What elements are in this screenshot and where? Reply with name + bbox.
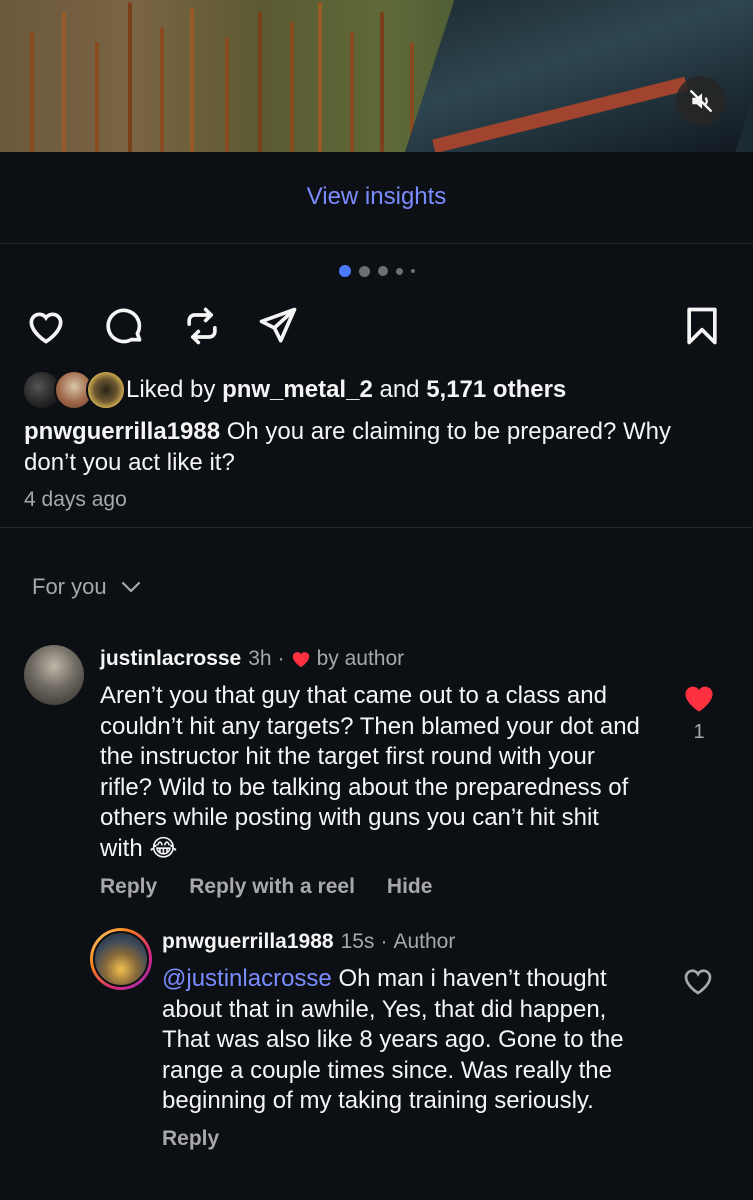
likes-prefix: Liked by	[126, 376, 216, 403]
share-button[interactable]	[254, 302, 302, 350]
liker-avatars	[22, 370, 126, 410]
comment-like[interactable]: 1	[682, 683, 716, 744]
comment-username[interactable]: pnwguerrilla1988	[162, 930, 334, 954]
likes-middle: and	[379, 376, 420, 403]
heart-filled-icon	[685, 686, 713, 712]
paper-plane-icon	[259, 307, 297, 343]
liker-username[interactable]: pnw_metal_2	[222, 376, 373, 403]
comments-filter-dropdown[interactable]: For you	[32, 574, 141, 600]
comment-bubble-icon	[106, 308, 142, 344]
comment-actions: Reply Reply with a reel Hide	[100, 875, 640, 899]
likes-text: Liked by pnw_metal_2 and 5,171 others	[126, 376, 566, 404]
author-badge: Author	[393, 930, 456, 953]
carousel-dot	[377, 266, 388, 276]
divider	[0, 527, 753, 528]
comment-item: justinlacrosse 3h · by author Aren’t you…	[24, 645, 729, 915]
post-action-bar	[0, 302, 753, 350]
post-caption: pnwguerrilla1988 Oh you are claiming to …	[24, 416, 729, 478]
liked-by-author-label: by author	[316, 647, 405, 670]
commenter-avatar[interactable]	[24, 645, 84, 705]
carousel-indicator	[0, 265, 753, 277]
post-username[interactable]: pnwguerrilla1988	[24, 418, 220, 445]
comment-like[interactable]	[682, 966, 714, 996]
comment-text: Aren’t you that guy that came out to a c…	[100, 682, 640, 862]
carousel-dot	[410, 269, 415, 273]
heart-filled-icon	[292, 652, 309, 668]
heart-icon	[29, 312, 63, 344]
separator-dot: ·	[277, 647, 285, 670]
comment-button[interactable]	[100, 302, 148, 350]
mute-button[interactable]	[676, 76, 726, 126]
like-button[interactable]	[22, 302, 70, 350]
likes-others-count[interactable]: 5,171 others	[426, 376, 566, 403]
speaker-muted-icon	[690, 90, 712, 112]
reply-with-reel-button[interactable]: Reply with a reel	[189, 875, 355, 899]
heart-icon	[684, 969, 712, 995]
save-button[interactable]	[678, 302, 726, 350]
reply-button[interactable]: Reply	[100, 875, 157, 899]
carousel-dot	[358, 265, 370, 277]
likes-summary[interactable]: Liked by pnw_metal_2 and 5,171 others	[22, 370, 566, 410]
carousel-dot	[395, 267, 403, 275]
comment-text: @justinlacrosse Oh man i haven’t thought…	[162, 964, 642, 1117]
repost-icon	[187, 307, 217, 345]
comments-filter-label: For you	[32, 574, 107, 599]
comment-time: 15s	[340, 930, 375, 953]
comment-time: 3h	[248, 647, 272, 670]
bookmark-icon	[687, 307, 717, 345]
view-insights-link[interactable]: View insights	[307, 183, 447, 211]
avatar-image	[93, 931, 149, 987]
chevron-down-icon	[121, 581, 140, 593]
commenter-avatar[interactable]	[90, 928, 152, 990]
mention-link[interactable]: @justinlacrosse	[162, 965, 332, 992]
reply-item: pnwguerrilla1988 15s · Author @justinlac…	[90, 928, 730, 1190]
avatar	[86, 370, 126, 410]
hide-button[interactable]: Hide	[387, 875, 433, 899]
separator-dot: ·	[380, 930, 388, 953]
carousel-dot-active	[338, 265, 351, 277]
comment-actions: Reply	[162, 1127, 642, 1151]
post-media[interactable]	[0, 0, 753, 152]
post-timestamp: 4 days ago	[24, 488, 127, 511]
insights-bar: View insights	[0, 152, 753, 244]
comment-username[interactable]: justinlacrosse	[100, 647, 241, 671]
repost-button[interactable]	[178, 302, 226, 350]
comment-header: justinlacrosse 3h · by author	[100, 645, 640, 673]
reply-button[interactable]: Reply	[162, 1127, 219, 1151]
comment-header: pnwguerrilla1988 15s · Author	[162, 928, 642, 956]
comment-like-count: 1	[693, 721, 705, 743]
